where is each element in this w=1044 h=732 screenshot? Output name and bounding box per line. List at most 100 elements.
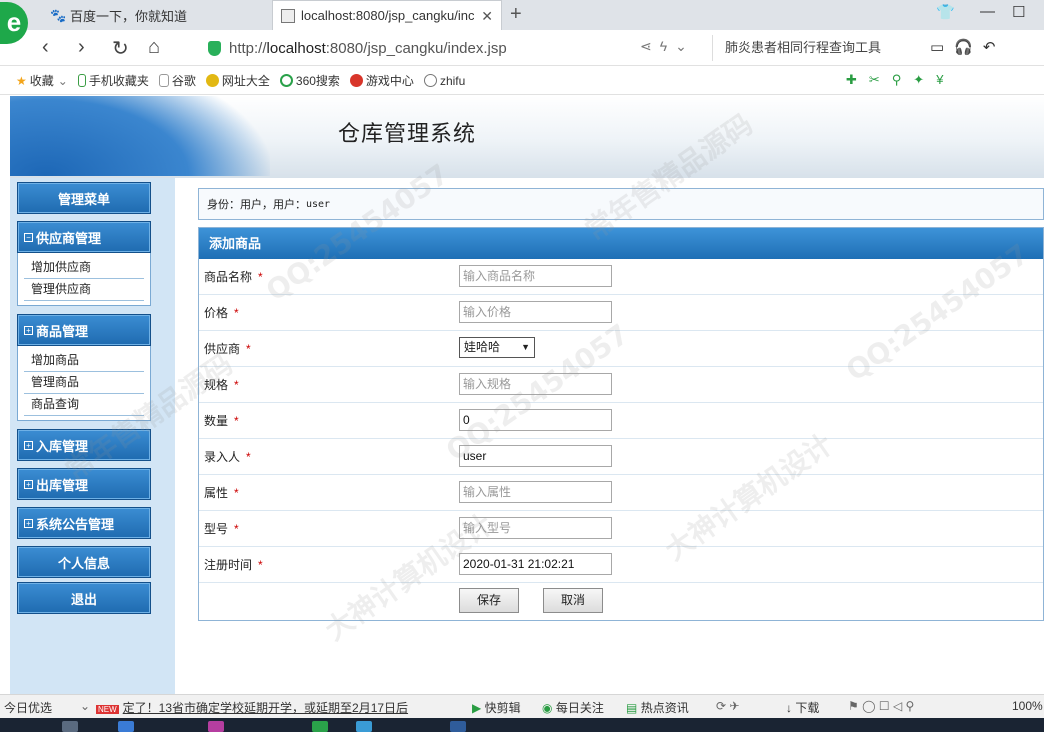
sidebar-group-outbound[interactable]: + 出库管理 (17, 468, 151, 500)
identity-bar: 身份：用户，用户： user (198, 188, 1044, 220)
sidebar-item-add-supplier[interactable]: 增加供应商 (24, 257, 144, 279)
page-icon (281, 8, 295, 23)
quick-edit-link[interactable]: ▶ 快剪辑 (472, 699, 521, 716)
url-input[interactable]: http://localhost:8080/jsp_cangku/index.j… (200, 34, 710, 62)
browser-tab-bar: e 🐾 百度一下，你就知道 localhost:8080/jsp_cangku/… (0, 0, 1044, 44)
today-picks-link[interactable]: 今日优选 (4, 699, 52, 716)
field-label: 商品名称 * (204, 270, 263, 284)
form-row-name: 商品名称 * (199, 259, 1043, 295)
tab-localhost[interactable]: localhost:8080/jsp_cangku/inc ✕ (272, 0, 502, 30)
hot-news-link[interactable]: ▤ 热点资讯 (626, 699, 689, 716)
bookmark-mobile[interactable]: 手机收藏夹 (77, 72, 149, 89)
field-label: 型号 * (204, 522, 239, 536)
form-title: 添加商品 (199, 228, 1043, 259)
bookmark-game-center[interactable]: 游戏中心 (349, 72, 414, 89)
share-icon[interactable]: ⋖ϟ⌄ (640, 38, 695, 55)
skin-icon[interactable]: 👕 (936, 3, 955, 21)
identity-label: 身份：用户，用户： (207, 199, 306, 211)
bookmarks-bar: ★ 收藏 ⌄ 手机收藏夹 谷歌 网址大全 360搜索 游戏中心 zhifu ✚✂⚲✦… (0, 67, 1044, 95)
spec-input[interactable] (459, 373, 612, 395)
taskbar-app-icon[interactable] (118, 721, 134, 732)
game-center-icon (349, 74, 363, 87)
form-row-attribute: 属性 * (199, 475, 1043, 511)
sidebar-personal-info[interactable]: 个人信息 (17, 546, 151, 578)
taskbar-app-icon[interactable] (450, 721, 466, 732)
toolbar-icons[interactable]: ▭🎧↶ (930, 38, 1005, 56)
form-row-register-time: 注册时间 * (199, 547, 1043, 583)
field-label: 数量 * (204, 414, 239, 428)
daily-follow-link[interactable]: ◉ 每日关注 (542, 699, 604, 716)
bookmark-google[interactable]: 谷歌 (158, 72, 196, 89)
sidebar: 管理菜单 − 供应商管理 增加供应商 管理供应商 + 商品管理 增加商品 管理商品 … (10, 178, 175, 694)
bookmark-zhifu[interactable]: zhifu (423, 74, 465, 88)
status-bar: 今日优选 ⌄ NEW 定了！13省市确定学校延期开学，或延期至2月17日后 ▶ 快… (0, 694, 1044, 718)
news-icon: ▤ (626, 701, 638, 715)
add-product-form: 添加商品 商品名称* 价格* 供应商* 娃哈哈 ▼ 规格* 数 (198, 227, 1044, 621)
os-taskbar (0, 718, 1044, 732)
model-input[interactable] (459, 517, 612, 539)
sidebar-item-manage-product[interactable]: 管理商品 (24, 372, 144, 394)
attribute-input[interactable] (459, 481, 612, 503)
entered-by-input[interactable] (459, 445, 612, 467)
taskbar-app-icon[interactable] (356, 721, 372, 732)
sidebar-group-inbound[interactable]: + 入库管理 (17, 429, 151, 461)
expand-icon: + (24, 440, 33, 450)
home-icon[interactable]: ⌂ (148, 36, 160, 59)
field-label: 注册时间 * (204, 558, 263, 572)
new-tab-button[interactable]: + (510, 3, 522, 26)
tab-title: 百度一下，你就知道 (70, 8, 188, 24)
download-link[interactable]: ↓ 下载 (786, 699, 819, 716)
quantity-input[interactable] (459, 409, 612, 431)
download-icon: ↓ (786, 701, 792, 715)
taskbar-app-icon[interactable] (208, 721, 224, 732)
search-input[interactable]: 肺炎患者相同行程查询工具 (712, 35, 912, 61)
field-label: 规格 * (204, 378, 239, 392)
field-label: 录入人 * (204, 450, 251, 464)
register-time-input[interactable] (459, 553, 612, 575)
cancel-button[interactable]: 取消 (543, 588, 603, 613)
maximize-button[interactable]: ☐ (1012, 3, 1025, 21)
zoom-level[interactable]: 100% (1012, 699, 1043, 713)
sidebar-group-supplier[interactable]: − 供应商管理 (17, 221, 151, 253)
sidebar-group-announcement[interactable]: + 系统公告管理 (17, 507, 151, 539)
sidebar-group-product[interactable]: + 商品管理 (17, 314, 151, 346)
bookmark-web-directory[interactable]: 网址大全 (205, 72, 270, 89)
sidebar-item-product-query[interactable]: 商品查询 (24, 394, 144, 416)
back-icon[interactable]: ‹ (42, 36, 49, 59)
sidebar-logout[interactable]: 退出 (17, 582, 151, 614)
baidu-paw-icon: 🐾 (50, 8, 67, 23)
sidebar-item-add-product[interactable]: 增加商品 (24, 350, 144, 372)
product-name-input[interactable] (459, 265, 612, 287)
collapse-icon: − (24, 232, 33, 242)
refresh-icon[interactable]: ↻ (112, 36, 129, 61)
taskbar-app-icon[interactable] (312, 721, 328, 732)
form-row-model: 型号 * (199, 511, 1043, 547)
forward-icon[interactable]: › (78, 36, 85, 59)
news-ticker[interactable]: NEW 定了！13省市确定学校延期开学，或延期至2月17日后 (96, 699, 408, 716)
save-button[interactable]: 保存 (459, 588, 519, 613)
taskbar-app-icon[interactable] (62, 721, 78, 732)
bookmark-favorites[interactable]: ★ 收藏 ⌄ (16, 72, 68, 89)
status-right-icons[interactable]: ⚑ ◯ ☐ ◁ ⚲ (848, 699, 914, 713)
price-input[interactable] (459, 301, 612, 323)
news-badge-icon: NEW (96, 705, 119, 714)
submenu-product: 增加商品 管理商品 商品查询 (17, 346, 151, 421)
globe-icon (423, 74, 437, 87)
extension-icons[interactable]: ✚✂⚲✦¥ (846, 72, 955, 88)
expand-icon: + (24, 518, 33, 528)
minimize-button[interactable]: — (980, 3, 995, 20)
play-icon: ▶ (472, 701, 482, 715)
app-page: 仓库管理系统 管理菜单 − 供应商管理 增加供应商 管理供应商 + 商品管理 增加商… (10, 96, 1044, 694)
status-tool-icons[interactable]: ⟳ ✈ (716, 699, 739, 713)
supplier-select[interactable]: 娃哈哈 ▼ (459, 337, 535, 358)
tab-title: localhost:8080/jsp_cangku/inc (301, 8, 475, 23)
phone-icon (77, 74, 86, 87)
chevron-down-icon: ⌄ (80, 699, 91, 713)
form-row-actions: 保存 取消 (199, 583, 1043, 619)
close-tab-icon[interactable]: ✕ (481, 8, 493, 25)
sidebar-item-manage-supplier[interactable]: 管理供应商 (24, 279, 144, 301)
form-row-quantity: 数量 * (199, 403, 1043, 439)
security-shield-icon (208, 40, 221, 56)
bookmark-360-search[interactable]: 360搜索 (279, 72, 340, 89)
tab-baidu[interactable]: 🐾 百度一下，你就知道 (50, 0, 270, 30)
